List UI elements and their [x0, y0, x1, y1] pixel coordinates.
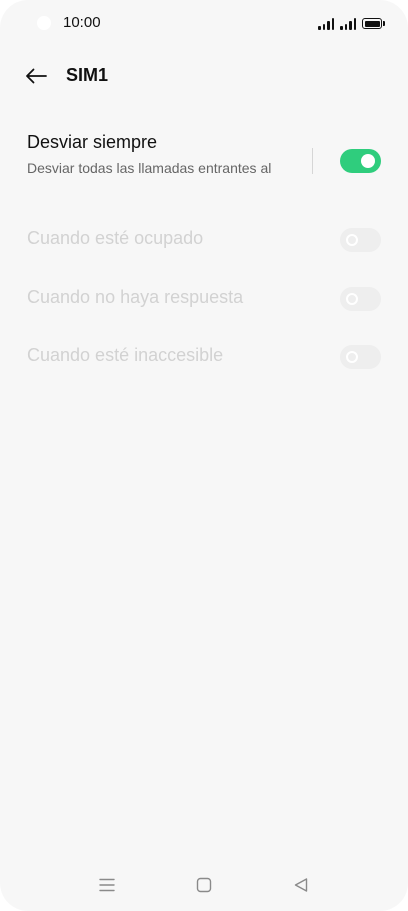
forward-no-answer-row: Cuando no haya respuesta	[0, 279, 408, 319]
signal-sim1-icon	[318, 17, 334, 30]
navigation-bar	[0, 861, 408, 911]
forward-busy-title: Cuando esté ocupado	[27, 228, 204, 248]
forward-busy-toggle	[340, 228, 381, 252]
status-time: 10:00	[63, 14, 101, 31]
forward-always-toggle[interactable]	[340, 149, 381, 173]
signal-sim2-icon	[340, 17, 356, 30]
forward-unreachable-toggle	[340, 345, 381, 369]
toggle-knob	[361, 154, 375, 168]
forward-no-answer-toggle	[340, 287, 381, 311]
nav-menu-button[interactable]	[95, 873, 119, 897]
header: SIM1	[0, 56, 408, 96]
arrow-left-icon	[26, 68, 47, 84]
page-title: SIM1	[66, 65, 109, 85]
forward-busy-row: Cuando esté ocupado	[0, 220, 408, 260]
battery-icon	[362, 18, 385, 29]
vertical-divider	[312, 148, 313, 174]
forward-no-answer-title: Cuando no haya respuesta	[27, 287, 244, 307]
toggle-knob	[346, 234, 358, 246]
back-button[interactable]	[22, 62, 50, 90]
back-triangle-icon	[294, 878, 308, 892]
forward-unreachable-title: Cuando esté inaccesible	[27, 345, 224, 365]
camera-cutout	[37, 16, 51, 30]
toggle-knob	[346, 293, 358, 305]
nav-home-button[interactable]	[192, 873, 216, 897]
toggle-knob	[346, 351, 358, 363]
menu-icon	[99, 878, 115, 892]
status-bar: 10:00	[0, 0, 408, 44]
forward-always-subtitle: Desviar todas las llamadas entrantes al	[27, 160, 272, 176]
status-icons	[318, 14, 385, 30]
forward-always-row[interactable]: Desviar siempre Desviar todas las llamad…	[0, 128, 408, 192]
home-square-icon	[196, 877, 212, 893]
phone-screen: 10:00 SIM1 Desviar siempre Desviar todas…	[0, 0, 408, 911]
nav-back-button[interactable]	[289, 873, 313, 897]
forward-always-title: Desviar siempre	[27, 132, 158, 152]
forward-unreachable-row: Cuando esté inaccesible	[0, 337, 408, 377]
